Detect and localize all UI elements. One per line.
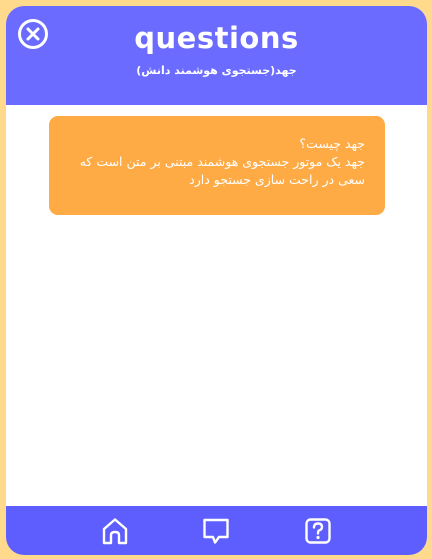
question-icon <box>305 517 331 544</box>
faq-answer: جهد یک موتور جستجوی هوشمند مبتنی بر متن … <box>79 154 365 187</box>
nav-help-button[interactable] <box>301 514 335 548</box>
faq-card: جهد چیست؟ جهد یک موتور جستجوی هوشمند مبت… <box>49 116 385 215</box>
nav-chat-button[interactable] <box>199 514 233 548</box>
chat-icon <box>203 518 230 544</box>
faq-question: جهد چیست؟ <box>299 136 365 151</box>
header: questions جهد(جستجوی هوشمند دانش) <box>6 6 427 105</box>
nav-home-button[interactable] <box>98 514 132 548</box>
home-icon <box>102 517 128 544</box>
app-window: questions جهد(جستجوی هوشمند دانش) جهد چی… <box>6 6 427 555</box>
page-subtitle: جهد(جستجوی هوشمند دانش) <box>136 64 297 77</box>
page-title: questions <box>134 21 299 55</box>
bottom-nav <box>6 506 427 555</box>
